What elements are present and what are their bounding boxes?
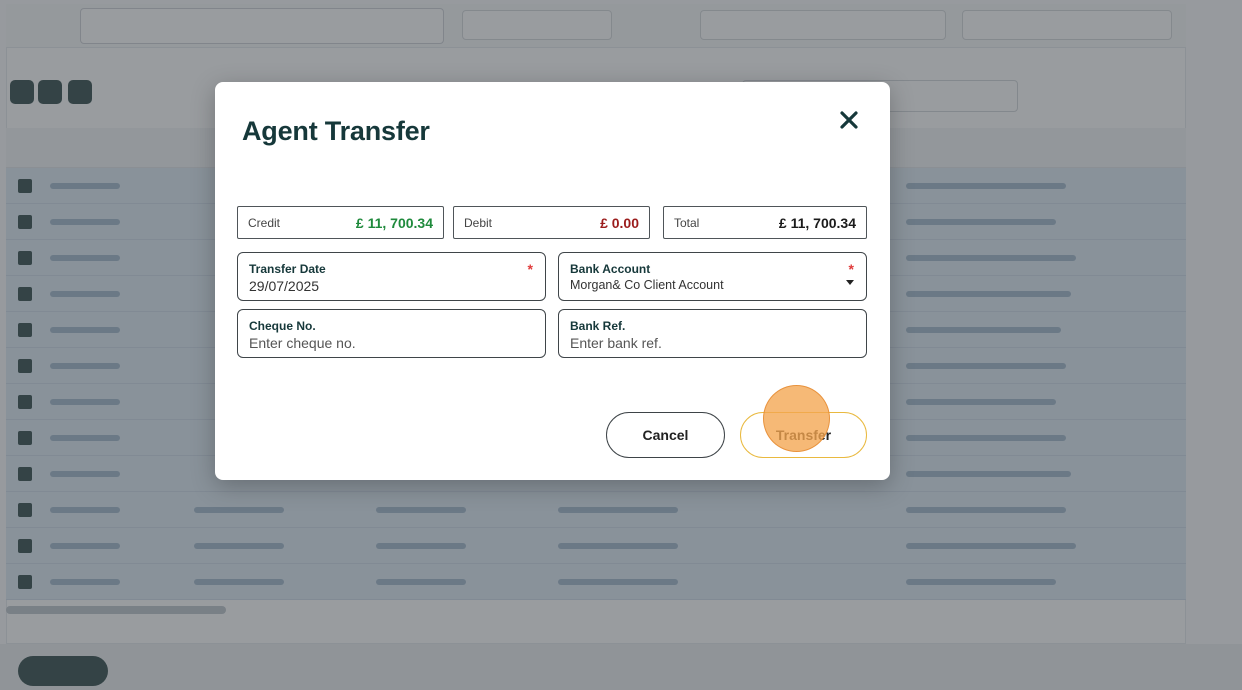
bank-account-select[interactable]: Bank Account Morgan& Co Client Account * [558,252,867,301]
close-icon [840,111,858,129]
bank-ref-placeholder: Enter bank ref. [570,335,662,351]
cheque-no-placeholder: Enter cheque no. [249,335,356,351]
agent-transfer-modal: Agent Transfer Credit £ 11, 700.34 Debit… [215,82,890,480]
modal-title: Agent Transfer [242,116,430,146]
chevron-down-icon [846,280,854,285]
total-value: £ 11, 700.34 [778,214,856,231]
cheque-no-field[interactable]: Cheque No. Enter cheque no. [237,309,546,358]
bank-account-label: Bank Account [570,262,651,276]
credit-label: Credit [248,215,281,230]
credit-summary: Credit £ 11, 700.34 [237,206,444,239]
cancel-button[interactable]: Cancel [606,412,725,458]
total-summary: Total £ 11, 700.34 [663,206,867,239]
required-marker: * [527,261,533,277]
transfer-date-label: Transfer Date [249,262,326,276]
debit-value: £ 0.00 [600,214,639,231]
required-marker: * [848,261,854,277]
debit-summary: Debit £ 0.00 [453,206,650,239]
transfer-date-field[interactable]: Transfer Date 29/07/2025 * [237,252,546,301]
close-button[interactable] [835,106,863,134]
transfer-date-value: 29/07/2025 [249,278,320,294]
cheque-no-label: Cheque No. [249,319,316,333]
credit-value: £ 11, 700.34 [355,214,433,231]
bank-account-value: Morgan& Co Client Account [570,278,724,292]
bank-ref-label: Bank Ref. [570,319,626,333]
total-label: Total [674,215,700,230]
debit-label: Debit [464,215,493,230]
click-indicator [763,385,830,452]
bank-ref-field[interactable]: Bank Ref. Enter bank ref. [558,309,867,358]
